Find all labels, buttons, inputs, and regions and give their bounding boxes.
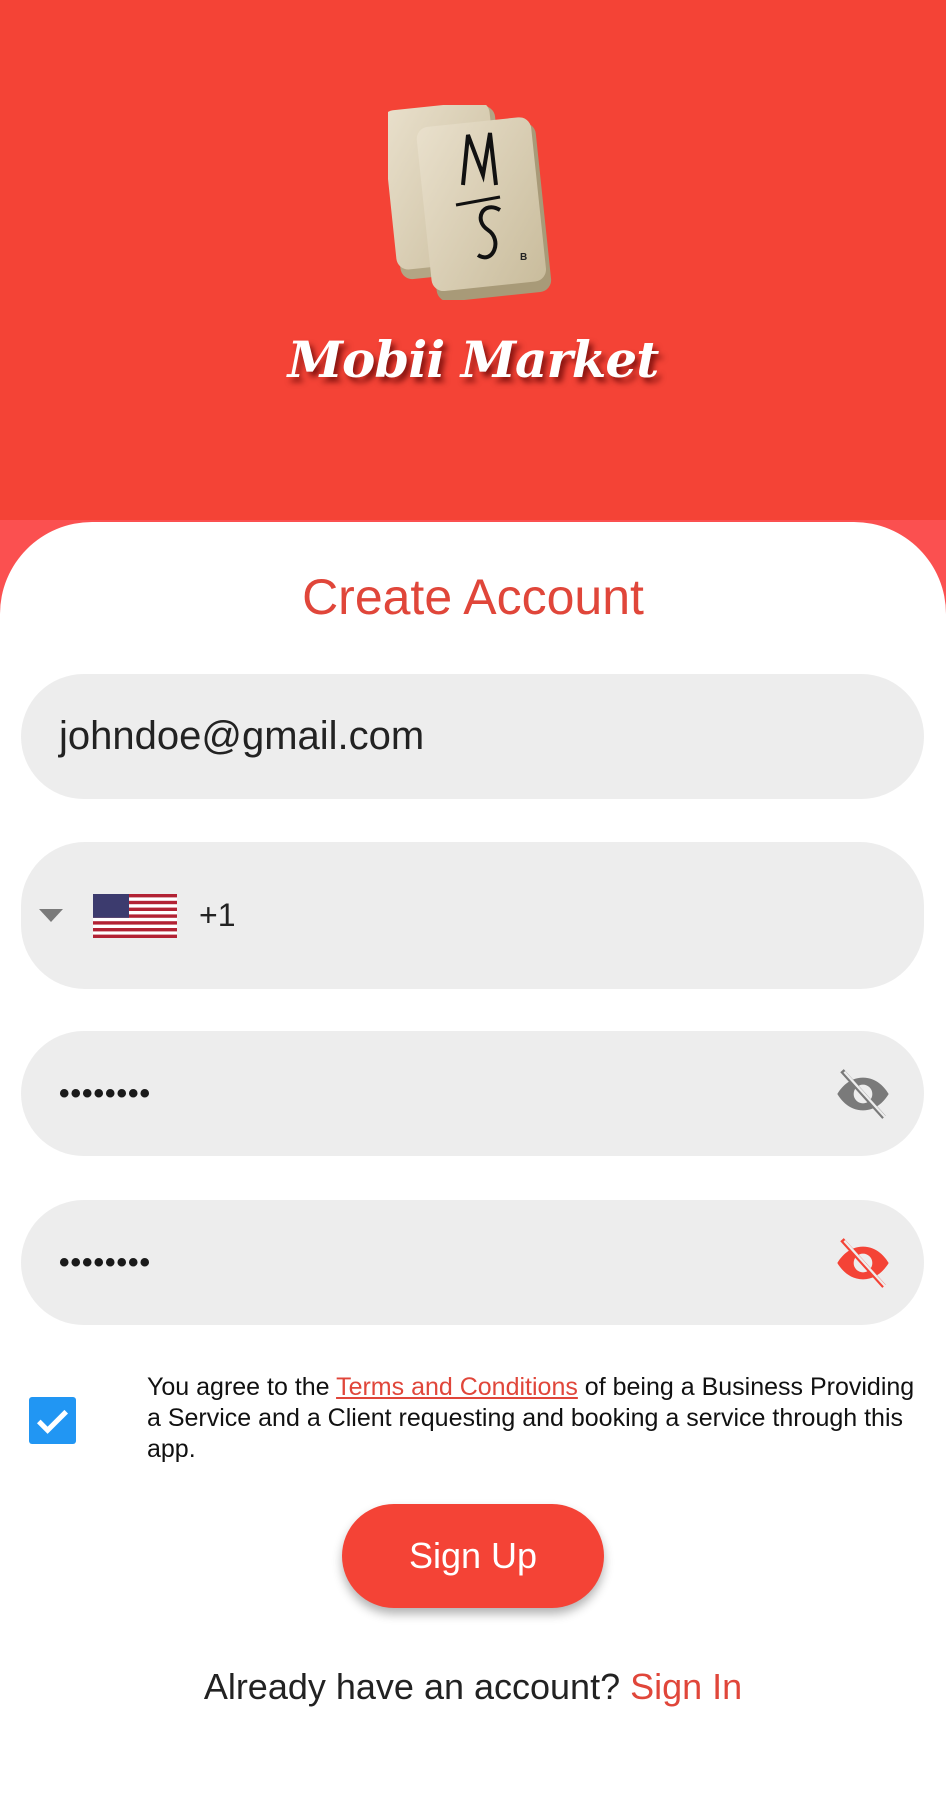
terms-prefix: You agree to the [147, 1373, 337, 1401]
country-dropdown-icon[interactable] [39, 909, 63, 922]
check-icon [36, 1409, 69, 1434]
eye-off-icon[interactable] [832, 1235, 894, 1291]
signin-prompt-text: Already have an account? [203, 1666, 631, 1707]
password-field[interactable]: •••••••• [21, 1031, 924, 1156]
terms-checkbox[interactable] [29, 1397, 76, 1444]
email-field[interactable]: johndoe@gmail.com [21, 674, 924, 799]
eye-off-icon[interactable] [832, 1066, 894, 1122]
svg-text:B: B [520, 252, 527, 263]
email-value: johndoe@gmail.com [59, 714, 425, 758]
terms-link[interactable]: Terms and Conditions [336, 1373, 578, 1401]
page-title: Create Account [302, 569, 644, 625]
sign-up-button[interactable]: Sign Up [342, 1504, 604, 1608]
dial-code: +1 [199, 897, 236, 933]
confirm-password-value: •••••••• [59, 1245, 152, 1279]
phone-field[interactable]: +1 [21, 842, 924, 989]
sign-in-link[interactable]: Sign In [630, 1666, 742, 1707]
us-flag-icon[interactable] [93, 893, 177, 938]
brand-name: Mobii Market [287, 330, 660, 389]
terms-text: You agree to the Terms and Conditions of… [147, 1372, 917, 1465]
confirm-password-field[interactable]: •••••••• [21, 1200, 924, 1325]
app-logo: B [388, 105, 552, 300]
password-value: •••••••• [59, 1076, 152, 1110]
signin-prompt: Already have an account? Sign In [0, 1666, 946, 1708]
